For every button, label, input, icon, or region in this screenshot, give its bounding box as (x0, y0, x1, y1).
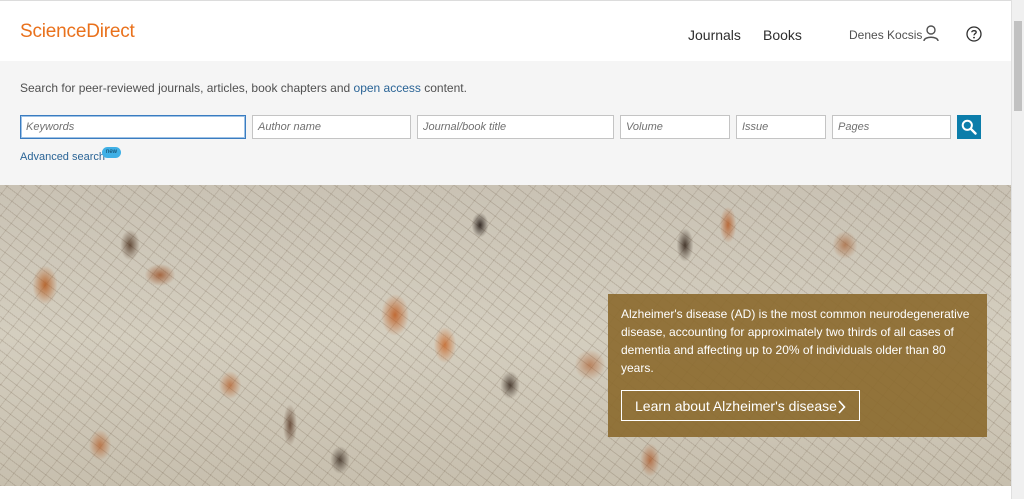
page-scrollbar[interactable] (1011, 0, 1024, 499)
user-icon[interactable] (923, 25, 939, 42)
journal-title-input[interactable]: Journal/book title (417, 115, 614, 139)
user-name[interactable]: Denes Kocsis (849, 28, 922, 42)
learn-more-label: Learn about Alzheimer's disease (635, 398, 837, 414)
top-header: ScienceDirect Journals Books Denes Kocsi… (0, 0, 1011, 61)
search-button[interactable] (957, 115, 981, 139)
search-panel: Search for peer-reviewed journals, artic… (0, 61, 1011, 185)
keywords-input[interactable]: Keywords (20, 115, 246, 139)
hero-banner: Alzheimer's disease (AD) is the most com… (0, 185, 1011, 486)
scrollbar-thumb[interactable] (1014, 21, 1022, 111)
hero-callout: Alzheimer's disease (AD) is the most com… (608, 294, 987, 437)
learn-more-button[interactable]: Learn about Alzheimer's disease (621, 390, 860, 421)
search-icon (961, 119, 977, 135)
volume-input[interactable]: Volume (620, 115, 730, 139)
search-intro-end: content. (420, 81, 467, 95)
chevron-right-icon (838, 400, 846, 414)
search-intro: Search for peer-reviewed journals, artic… (20, 81, 467, 95)
pages-input[interactable]: Pages (832, 115, 951, 139)
new-badge: new (102, 147, 121, 158)
advanced-search-link[interactable]: Advanced search (20, 151, 105, 163)
nav-journals[interactable]: Journals (688, 27, 741, 43)
open-access-link[interactable]: open access (354, 81, 421, 95)
sciencedirect-logo[interactable]: ScienceDirect (20, 21, 135, 43)
help-icon[interactable] (966, 26, 982, 42)
author-name-input[interactable]: Author name (252, 115, 411, 139)
nav-books[interactable]: Books (763, 27, 802, 43)
search-intro-text: Search for peer-reviewed journals, artic… (20, 81, 354, 95)
page-bottom (0, 486, 1011, 499)
issue-input[interactable]: Issue (736, 115, 826, 139)
hero-text: Alzheimer's disease (AD) is the most com… (621, 307, 970, 375)
